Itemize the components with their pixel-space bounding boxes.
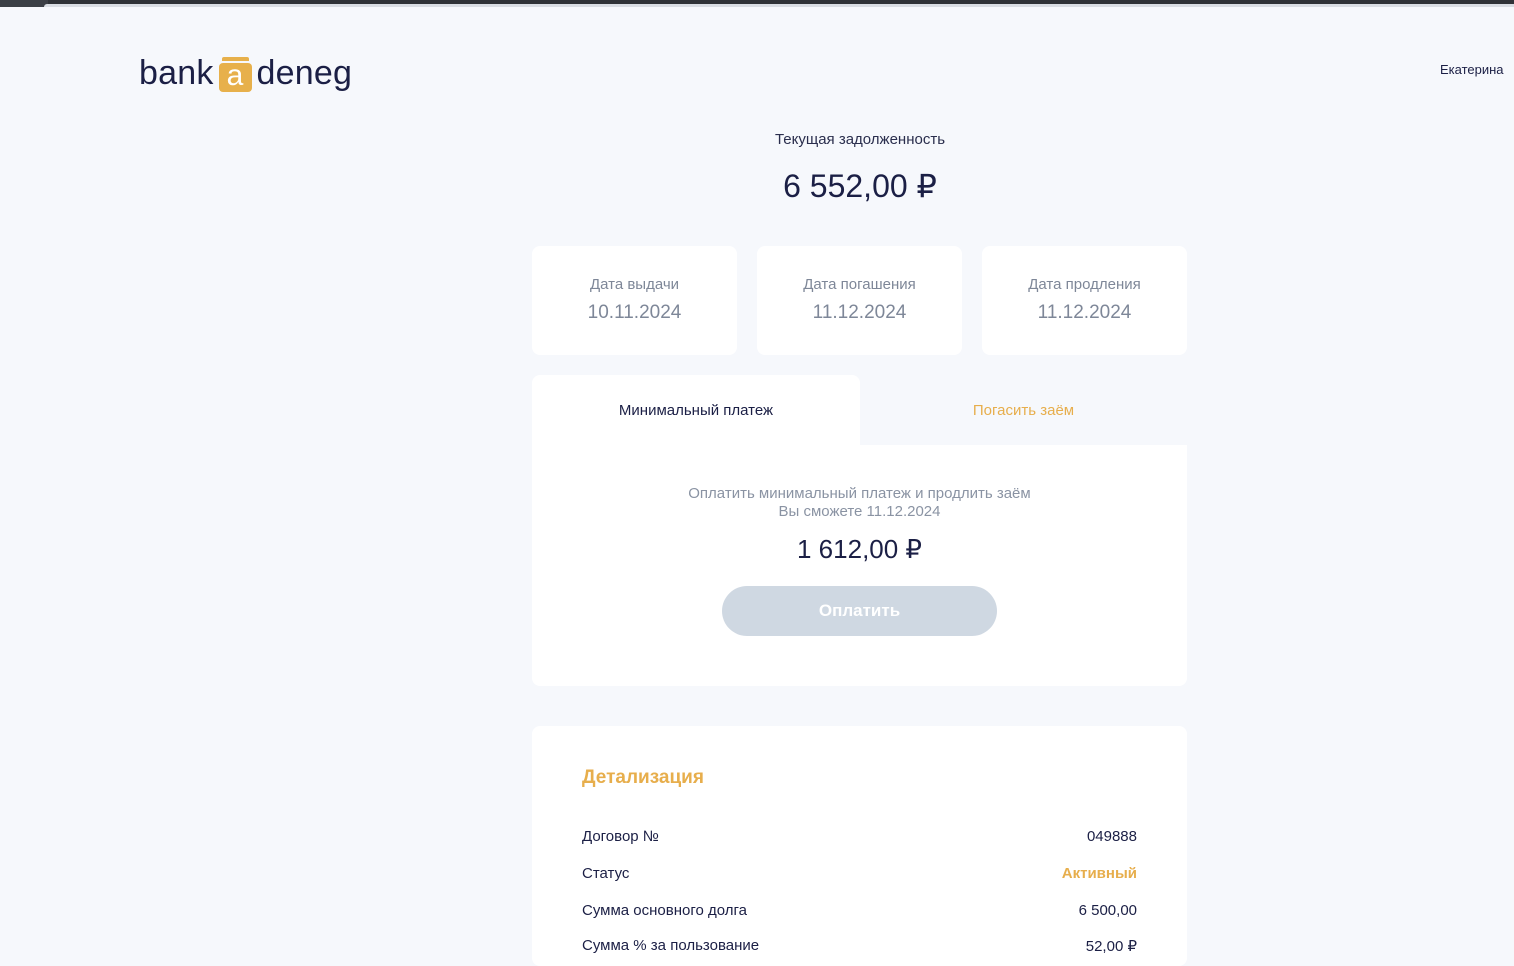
contract-number: 049888	[1086, 828, 1137, 845]
logo-text-right: deneg	[256, 54, 353, 92]
pay-button[interactable]: Оплатить	[722, 586, 997, 636]
repayment-date-label: Дата погашения	[803, 276, 916, 293]
details-title: Детализация	[582, 767, 704, 788]
current-debt-amount: 6 552,00 ₽	[783, 168, 937, 204]
wallet-logo-icon: a	[218, 57, 252, 92]
repayment-date-value: 11.12.2024	[812, 302, 907, 323]
principal-value: 6 500,00	[1078, 902, 1137, 919]
status-label: Статус	[582, 865, 630, 882]
logo-badge-letter: a	[218, 61, 252, 92]
user-menu[interactable]: Екатерина	[1440, 62, 1504, 77]
extension-date-label: Дата продления	[1028, 276, 1141, 293]
bank-logo[interactable]: bank a deneg	[139, 46, 353, 92]
details-row-interest: Сумма % за пользование 52,00 ₽	[582, 937, 1137, 957]
extension-date-card: Дата продления 11.12.2024	[982, 246, 1187, 355]
details-panel: Детализация Договор № 049888 Статус Акти…	[532, 726, 1187, 966]
interest-value: 52,00 ₽	[1085, 938, 1137, 955]
tab-minimum-payment[interactable]: Минимальный платеж	[532, 375, 860, 445]
interest-label: Сумма % за пользование	[582, 937, 760, 954]
issue-date-label: Дата выдачи	[589, 276, 680, 293]
details-row-contract: Договор № 049888	[582, 828, 1137, 848]
tab-repay-loan[interactable]: Погасить заём	[860, 375, 1187, 445]
payment-description-line1: Оплатить минимальный платеж и продлить з…	[688, 485, 1031, 502]
minimum-payment-amount: 1 612,00 ₽	[797, 534, 922, 564]
browser-top-strip	[0, 0, 1514, 7]
details-row-principal: Сумма основного долга 6 500,00	[582, 902, 1137, 922]
payment-description: Оплатить минимальный платеж и продлить з…	[532, 485, 1187, 521]
current-debt-label: Текущая задолженность	[774, 131, 946, 148]
issue-date-card: Дата выдачи 10.11.2024	[532, 246, 737, 355]
extension-date-value: 11.12.2024	[1037, 302, 1132, 323]
contract-label: Договор №	[582, 828, 659, 845]
minimum-payment-panel: Оплатить минимальный платеж и продлить з…	[532, 445, 1187, 686]
issue-date-value: 10.11.2024	[587, 302, 682, 323]
logo-text-left: bank	[139, 54, 214, 92]
status-badge: Активный	[1061, 865, 1137, 882]
details-row-status: Статус Активный	[582, 865, 1137, 885]
principal-label: Сумма основного долга	[582, 902, 748, 919]
payment-description-line2: Вы сможете 11.12.2024	[778, 503, 941, 520]
repayment-date-card: Дата погашения 11.12.2024	[757, 246, 962, 355]
